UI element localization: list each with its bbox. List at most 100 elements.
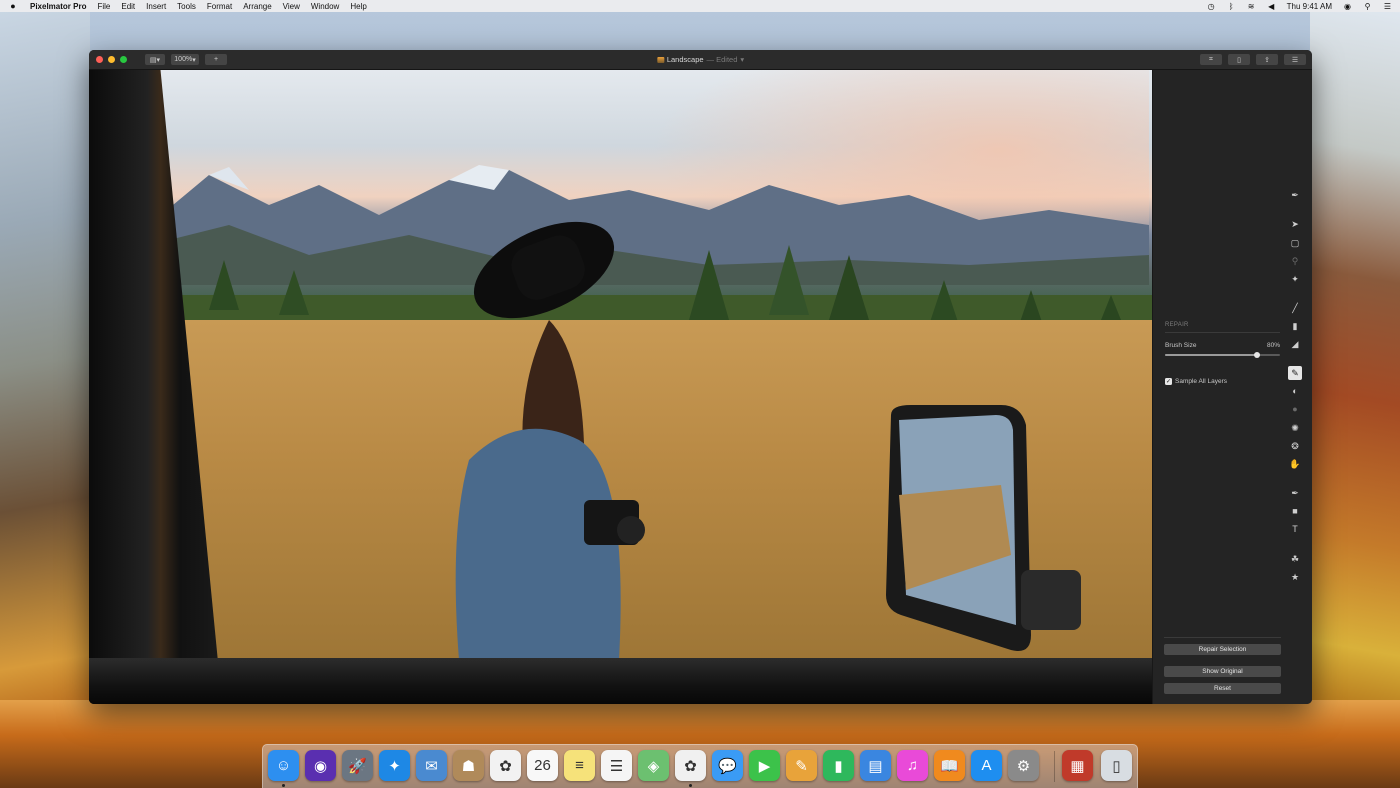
menu-edit[interactable]: Edit bbox=[121, 2, 135, 11]
dock: ☺ ◉ 🚀 ✦ ✉ ☗ ✿ 26 ≡ ☰ ◈ ✿ 💬 ▶ ✎ ▮ ▤ ♫ 📖 A ⚙ ▦ ▯ bbox=[262, 744, 1138, 788]
fill-tool-icon[interactable]: ▮ bbox=[1288, 319, 1302, 333]
keynote-icon[interactable]: ▤ bbox=[860, 750, 891, 781]
user-icon[interactable]: ◉ bbox=[1343, 2, 1352, 11]
window-title: Landscape — Edited ▾ bbox=[656, 55, 744, 64]
pen-tool-icon[interactable]: ✒ bbox=[1288, 486, 1302, 500]
brush-size-slider-knob[interactable] bbox=[1254, 352, 1260, 358]
photo-folder-icon[interactable]: ▦ bbox=[1062, 750, 1093, 781]
format-button[interactable]: ▯ bbox=[1228, 54, 1250, 65]
document-format-icon: ▯ bbox=[1237, 56, 1241, 64]
wifi-icon[interactable]: ≋ bbox=[1247, 2, 1256, 11]
zoom-button[interactable] bbox=[120, 56, 127, 63]
window-controls bbox=[96, 56, 127, 63]
pixelmator-pro-icon[interactable]: ✿ bbox=[675, 750, 706, 781]
facetime-icon[interactable]: ▶ bbox=[749, 750, 780, 781]
bluetooth-icon[interactable]: ᛒ bbox=[1227, 2, 1236, 11]
paint-tool-icon[interactable]: ╱ bbox=[1288, 301, 1302, 315]
title-chevron-icon[interactable]: ▾ bbox=[740, 55, 744, 64]
photos-icon[interactable]: ✿ bbox=[490, 750, 521, 781]
system-preferences-icon[interactable]: ⚙ bbox=[1008, 750, 1039, 781]
menu-format[interactable]: Format bbox=[207, 2, 232, 11]
safari-icon[interactable]: ✦ bbox=[379, 750, 410, 781]
effects-tool-icon[interactable]: ★ bbox=[1288, 570, 1302, 584]
erase-tool-icon[interactable]: ◢ bbox=[1288, 337, 1302, 351]
time-machine-icon[interactable]: ◷ bbox=[1207, 2, 1216, 11]
finder-icon[interactable]: ☺ bbox=[268, 750, 299, 781]
add-layer-button[interactable]: + bbox=[205, 54, 227, 65]
minimize-button[interactable] bbox=[108, 56, 115, 63]
menubar-clock[interactable]: Thu 9:41 AM bbox=[1287, 2, 1332, 11]
sponge-tool-icon[interactable]: ❂ bbox=[1288, 439, 1302, 453]
maps-icon[interactable]: ◈ bbox=[638, 750, 669, 781]
shape-tool-icon[interactable]: ■ bbox=[1288, 504, 1302, 518]
zoom-dropdown[interactable]: 100% ▾ bbox=[171, 54, 199, 65]
menu-file[interactable]: File bbox=[97, 2, 110, 11]
selection-tool-icon[interactable]: ▢ bbox=[1288, 236, 1302, 250]
sidebar-toggle-button[interactable]: ▤▾ bbox=[145, 54, 165, 65]
app-menu[interactable]: Pixelmator Pro bbox=[30, 2, 86, 11]
tool-options-panel: REPAIR Brush Size 80% ✓ Sample All Layer… bbox=[1152, 70, 1312, 704]
app-store-icon[interactable]: A bbox=[971, 750, 1002, 781]
apple-menu-icon[interactable]: ● bbox=[8, 1, 18, 11]
ibooks-icon[interactable]: 📖 bbox=[934, 750, 965, 781]
messages-icon[interactable]: 💬 bbox=[712, 750, 743, 781]
tools-sidebar-button[interactable]: ☰ bbox=[1284, 54, 1306, 65]
sliders-icon: ☰ bbox=[1291, 56, 1299, 64]
itunes-icon[interactable]: ♫ bbox=[897, 750, 928, 781]
pages-icon[interactable]: ✎ bbox=[786, 750, 817, 781]
color-adjust-tool-icon[interactable]: ☘ bbox=[1288, 552, 1302, 566]
sample-all-layers-option[interactable]: ✓ Sample All Layers bbox=[1165, 378, 1227, 385]
warp-tool-icon[interactable]: ✋ bbox=[1288, 457, 1302, 471]
menu-arrange[interactable]: Arrange bbox=[243, 2, 271, 11]
quick-selection-tool-icon[interactable]: ✦ bbox=[1288, 272, 1302, 286]
lighten-tool-icon[interactable]: ✺ bbox=[1288, 421, 1302, 435]
arrange-tool-icon[interactable]: ➤ bbox=[1288, 217, 1302, 231]
siri-icon[interactable]: ◉ bbox=[305, 750, 336, 781]
share-button[interactable]: ⇪ bbox=[1256, 54, 1278, 65]
crop-button[interactable]: ⌗ bbox=[1200, 54, 1222, 65]
edited-status[interactable]: — Edited bbox=[707, 55, 738, 64]
volume-icon[interactable]: ◀ bbox=[1267, 2, 1276, 11]
car-door-edge bbox=[89, 658, 1152, 704]
repair-selection-button[interactable]: Repair Selection bbox=[1164, 644, 1281, 655]
brush-size-slider[interactable] bbox=[1165, 352, 1280, 358]
mail-icon[interactable]: ✉ bbox=[416, 750, 447, 781]
zoom-value: 100% bbox=[174, 56, 193, 63]
document-name[interactable]: Landscape bbox=[667, 55, 704, 64]
trash-icon[interactable]: ▯ bbox=[1101, 750, 1132, 781]
chevron-down-icon: ▾ bbox=[192, 56, 196, 64]
brush-size-value[interactable]: 80% bbox=[1263, 342, 1280, 349]
style-tool-icon[interactable]: ✒ bbox=[1288, 188, 1302, 202]
share-icon: ⇪ bbox=[1264, 56, 1270, 64]
dock-running-indicator bbox=[282, 784, 285, 787]
menu-tools[interactable]: Tools bbox=[177, 2, 196, 11]
menu-help[interactable]: Help bbox=[350, 2, 366, 11]
side-mirror-image bbox=[886, 405, 1081, 651]
image-canvas[interactable] bbox=[89, 70, 1152, 704]
reminders-icon[interactable]: ☰ bbox=[601, 750, 632, 781]
toolbar-right: ⌗ ▯ ⇪ ☰ bbox=[1200, 54, 1306, 65]
type-tool-icon[interactable]: T bbox=[1288, 522, 1302, 536]
notes-icon[interactable]: ≡ bbox=[564, 750, 595, 781]
calendar-icon[interactable]: 26 bbox=[527, 750, 558, 781]
spotlight-icon[interactable]: ⚲ bbox=[1363, 2, 1372, 11]
blur-tool-icon[interactable]: ● bbox=[1288, 402, 1302, 416]
numbers-icon[interactable]: ▮ bbox=[823, 750, 854, 781]
brush-size-slider-fill bbox=[1165, 354, 1257, 356]
show-original-button[interactable]: Show Original bbox=[1164, 666, 1281, 677]
reset-button[interactable]: Reset bbox=[1164, 683, 1281, 694]
launchpad-icon[interactable]: 🚀 bbox=[342, 750, 373, 781]
clone-tool-icon[interactable]: ◐ bbox=[1288, 384, 1302, 398]
close-button[interactable] bbox=[96, 56, 103, 63]
notification-center-icon[interactable]: ☰ bbox=[1383, 2, 1392, 11]
contacts-icon[interactable]: ☗ bbox=[453, 750, 484, 781]
brush-size-label: Brush Size bbox=[1165, 342, 1197, 349]
sample-all-layers-checkbox[interactable]: ✓ bbox=[1165, 378, 1172, 385]
menu-window[interactable]: Window bbox=[311, 2, 339, 11]
buttons-divider bbox=[1164, 637, 1281, 638]
repair-tool-icon[interactable]: ✎ bbox=[1288, 366, 1302, 380]
menu-view[interactable]: View bbox=[283, 2, 300, 11]
menu-insert[interactable]: Insert bbox=[146, 2, 166, 11]
lasso-tool-icon[interactable]: ⚲ bbox=[1288, 254, 1302, 268]
section-divider bbox=[1165, 332, 1280, 333]
